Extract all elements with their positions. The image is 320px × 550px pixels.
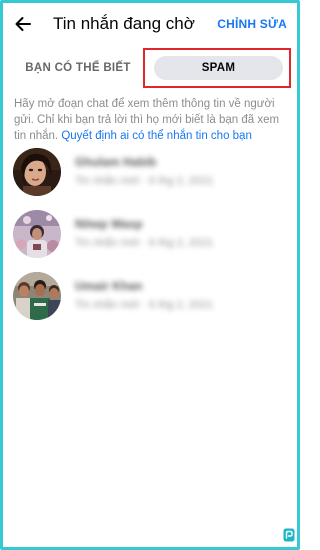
page-title: Tin nhắn đang chờ xyxy=(53,14,195,33)
edit-button[interactable]: CHỈNH SỬA xyxy=(217,17,287,31)
conversation-row[interactable]: Nitwp Wasp Tin nhắn mới · 6 thg 2, 2021 xyxy=(0,210,300,266)
header-bar: Tin nhắn đang chờ CHỈNH SỬA xyxy=(0,0,300,48)
conversation-name: Nitwp Wasp xyxy=(75,217,143,231)
conversation-meta: Tin nhắn mới · 6 thg 2, 2021 xyxy=(75,299,214,311)
tab-spam[interactable]: SPAM xyxy=(154,56,283,80)
tab-bar: BẠN CÓ THỂ BIẾT SPAM xyxy=(0,48,300,88)
conversation-meta: Tin nhắn mới · 6 thg 2, 2021 xyxy=(75,237,214,249)
back-button[interactable] xyxy=(10,11,36,37)
conversation-name: Ghulam Habib xyxy=(75,155,157,169)
conversation-row[interactable]: Umair Khan Tin nhắn mới · 6 thg 2, 2021 xyxy=(0,272,300,328)
info-message: Hãy mở đoạn chat để xem thêm thông tin v… xyxy=(14,96,290,144)
message-settings-link[interactable]: Quyết định ai có thể nhắn tin cho bạn xyxy=(61,130,252,142)
app-badge-icon xyxy=(283,528,295,542)
conversation-name: Umair Khan xyxy=(75,279,143,293)
avatar xyxy=(13,272,61,320)
avatar xyxy=(13,210,61,258)
conversation-meta: Tin nhắn mới · 6 thg 2, 2021 xyxy=(75,175,214,187)
highlight-box: SPAM xyxy=(143,48,291,88)
conversation-row[interactable]: Ghulam Habib Tin nhắn mới · 6 thg 2, 202… xyxy=(0,148,300,204)
arrow-left-icon xyxy=(15,17,31,31)
avatar xyxy=(13,148,61,196)
tab-people-you-may-know[interactable]: BẠN CÓ THỂ BIẾT xyxy=(14,52,142,84)
